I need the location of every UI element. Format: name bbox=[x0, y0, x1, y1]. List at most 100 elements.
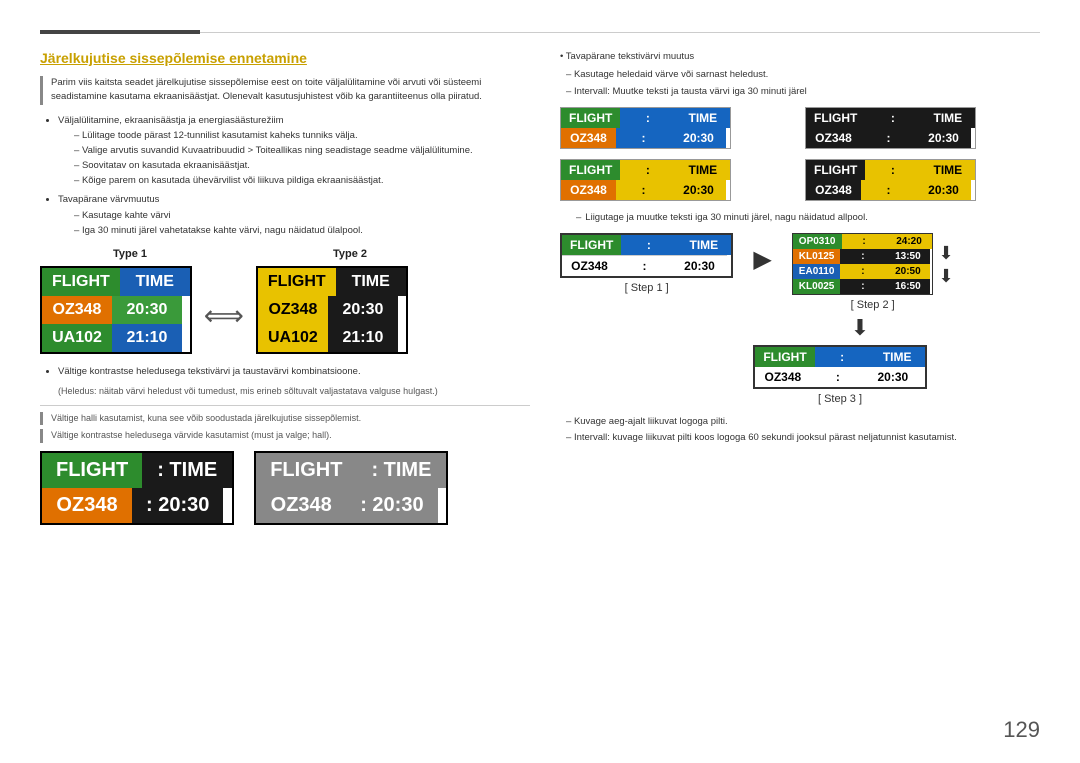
dash-list-2: Kasutage kahte värvi Iga 30 minuti järel… bbox=[58, 208, 530, 238]
s2-ea0110: EA0110 bbox=[793, 264, 841, 279]
right-arrow-icon: ⟺ bbox=[204, 299, 244, 332]
down-arrow-step3: ⬇ bbox=[680, 315, 1040, 341]
type-boards: FLIGHT TIME OZ348 20:30 UA102 21:10 ⟺ bbox=[40, 266, 530, 354]
fb-2110: 21:10 bbox=[112, 324, 182, 352]
step1-block: FLIGHT : TIME OZ348 : 20:30 [ Step 1 ] bbox=[560, 233, 733, 294]
s1-colon: : bbox=[621, 235, 676, 255]
s3-colon: : bbox=[815, 347, 870, 367]
fb-header-flight: FLIGHT bbox=[42, 268, 120, 296]
mb2-2030: 20:30 bbox=[916, 128, 971, 148]
fb-2030: 20:30 bbox=[112, 296, 182, 324]
fb2-ua102: UA102 bbox=[258, 324, 328, 352]
dash-item: Lülitage toode pärast 12-tunnilist kasut… bbox=[74, 128, 530, 143]
s2-kl0025: KL0025 bbox=[793, 279, 841, 294]
dash-item: Kasutage kahte värvi bbox=[74, 208, 530, 223]
intro-text: Parim viis kaitsta seadet järelkujutise … bbox=[51, 76, 530, 105]
mb3-flight: FLIGHT bbox=[561, 160, 620, 180]
s1-flight: FLIGHT bbox=[562, 235, 621, 255]
section-title: Järelkujutise sissepõlemise ennetamine bbox=[40, 50, 530, 66]
s1-colon2: : bbox=[617, 255, 672, 276]
fb2-2030: 20:30 bbox=[328, 296, 398, 324]
s2-colon4: : bbox=[840, 279, 885, 294]
s2-colon3: : bbox=[840, 264, 885, 279]
steps-section: FLIGHT : TIME OZ348 : 20:30 [ Step 1 ] bbox=[560, 233, 1040, 446]
dash-list-1: Lülitage toode pärast 12-tunnilist kasut… bbox=[58, 128, 530, 189]
final-dashes: Kuvage aeg-ajalt liikuvat logoga pilti. … bbox=[560, 415, 1040, 446]
s2-colon2: : bbox=[840, 249, 885, 264]
mb3-oz348: OZ348 bbox=[561, 180, 616, 200]
s1-oz348: OZ348 bbox=[562, 255, 617, 276]
mb3-time: TIME bbox=[675, 160, 730, 180]
double-arrow-icons: ⬇ ⬇ bbox=[939, 243, 954, 287]
bb-2030-dark: : 20:30 bbox=[132, 488, 223, 523]
mini-board-4: FLIGHT : TIME OZ348 : 20:30 bbox=[805, 159, 1040, 201]
s2-2050: 20:50 bbox=[885, 264, 930, 279]
step3-board: FLIGHT : TIME OZ348 : 20:30 bbox=[753, 345, 926, 389]
mb3-colon2: : bbox=[616, 180, 671, 200]
bb-2030-gray: : 20:30 bbox=[346, 488, 437, 523]
mini-board-2: FLIGHT : TIME OZ348 : 20:30 bbox=[805, 107, 1040, 149]
mini-board-1: FLIGHT : TIME OZ348 : 20:30 bbox=[560, 107, 795, 149]
big-board-gray: FLIGHT : TIME OZ348 : 20:30 bbox=[254, 451, 448, 525]
dash-logo1: Kuvage aeg-ajalt liikuvat logoga pilti. bbox=[560, 415, 1040, 429]
fb2-header-flight: FLIGHT bbox=[258, 268, 336, 296]
mb1-time: TIME bbox=[675, 108, 730, 128]
big-board-dark: FLIGHT : TIME OZ348 : 20:30 bbox=[40, 451, 234, 525]
type-labels: Type 1 Type 2 bbox=[40, 248, 530, 260]
mb1-colon2: : bbox=[616, 128, 671, 148]
left-column: Järelkujutise sissepõlemise ennetamine P… bbox=[40, 50, 530, 743]
bb-oz348-gray: OZ348 bbox=[256, 488, 346, 523]
bullet-contrast: Vältige kontrastse heledusega tekstivärv… bbox=[58, 364, 530, 379]
bb-oz348-dark: OZ348 bbox=[42, 488, 132, 523]
dash-30min: –Liigutage ja muutke teksti iga 30 minut… bbox=[576, 211, 1040, 225]
s3-oz348: OZ348 bbox=[755, 367, 810, 387]
s3-colon2: : bbox=[810, 367, 865, 387]
dash-logo2: Intervall: kuvage liikuvat pilti koos lo… bbox=[560, 431, 1040, 445]
step-arrow-right: ▶ bbox=[753, 245, 771, 274]
dash-item: Valige arvutis suvandid Kuvaatribuudid >… bbox=[74, 143, 530, 158]
s2-colon1: : bbox=[842, 234, 887, 249]
mini-board-3: FLIGHT : TIME OZ348 : 20:30 bbox=[560, 159, 795, 201]
bullet-item-1: Väljalülitamine, ekraanisäästja ja energ… bbox=[58, 113, 530, 189]
gray-warning: Vältige halli kasutamist, kuna see võib … bbox=[51, 412, 530, 426]
mb4-flight: FLIGHT bbox=[806, 160, 865, 180]
s3-flight: FLIGHT bbox=[755, 347, 814, 367]
step1-label: [ Step 1 ] bbox=[625, 282, 669, 294]
step2-block: OP0310 : 24:20 KL0125 : 13:50 bbox=[792, 233, 954, 311]
fb2-2110: 21:10 bbox=[328, 324, 398, 352]
s2-1650: 16:50 bbox=[885, 279, 930, 294]
fb-ua102: UA102 bbox=[42, 324, 112, 352]
contrast-warning: Vältige kontrastse heledusega värvide ka… bbox=[51, 429, 530, 443]
mb1-flight: FLIGHT bbox=[561, 108, 620, 128]
mb3-colon: : bbox=[620, 160, 675, 180]
fb2-oz348: OZ348 bbox=[258, 296, 328, 324]
mb1-2030: 20:30 bbox=[671, 128, 726, 148]
fb-header-time: TIME bbox=[120, 268, 190, 296]
dash-item: Soovitatav on kasutada ekraanisäästjat. bbox=[74, 158, 530, 173]
bottom-panels: FLIGHT : TIME OZ348 : 20:30 FLIGHT : TIM… bbox=[40, 451, 530, 525]
right-column: Tavapärane tekstivärvi muutus Kasutage h… bbox=[560, 50, 1040, 743]
s3-time: TIME bbox=[870, 347, 925, 367]
s1-2030: 20:30 bbox=[672, 255, 727, 276]
dash-item: Kõige parem on kasutada ühevärvilist või… bbox=[74, 173, 530, 188]
bullet-list-1: Väljalülitamine, ekraanisäästja ja energ… bbox=[40, 113, 530, 239]
flight-board-1: FLIGHT TIME OZ348 20:30 UA102 21:10 bbox=[40, 266, 192, 354]
mb4-time: TIME bbox=[920, 160, 975, 180]
section-rule bbox=[40, 405, 530, 406]
mb2-flight: FLIGHT bbox=[806, 108, 865, 128]
bb-flight-dark: FLIGHT bbox=[42, 453, 142, 488]
bb-flight-gray: FLIGHT bbox=[256, 453, 356, 488]
mb2-oz348: OZ348 bbox=[806, 128, 861, 148]
bullet-list-2: Vältige kontrastse heledusega tekstivärv… bbox=[40, 364, 530, 379]
right-dash1: Kasutage heledaid värve või sarnast hele… bbox=[560, 68, 1040, 82]
mini-board-grid: FLIGHT : TIME OZ348 : 20:30 bbox=[560, 107, 1040, 201]
top-rule bbox=[40, 30, 1040, 34]
right-bullet1: Tavapärane tekstivärvi muutus bbox=[560, 50, 1040, 64]
type1-label: Type 1 bbox=[40, 248, 220, 260]
s3-2030: 20:30 bbox=[865, 367, 920, 387]
bb-time-dark: : TIME bbox=[142, 453, 232, 488]
type2-label: Type 2 bbox=[260, 248, 440, 260]
bullet-item-2: Tavapärane värvmuutus Kasutage kahte vär… bbox=[58, 192, 530, 238]
mb4-colon: : bbox=[865, 160, 920, 180]
mb2-time: TIME bbox=[920, 108, 975, 128]
